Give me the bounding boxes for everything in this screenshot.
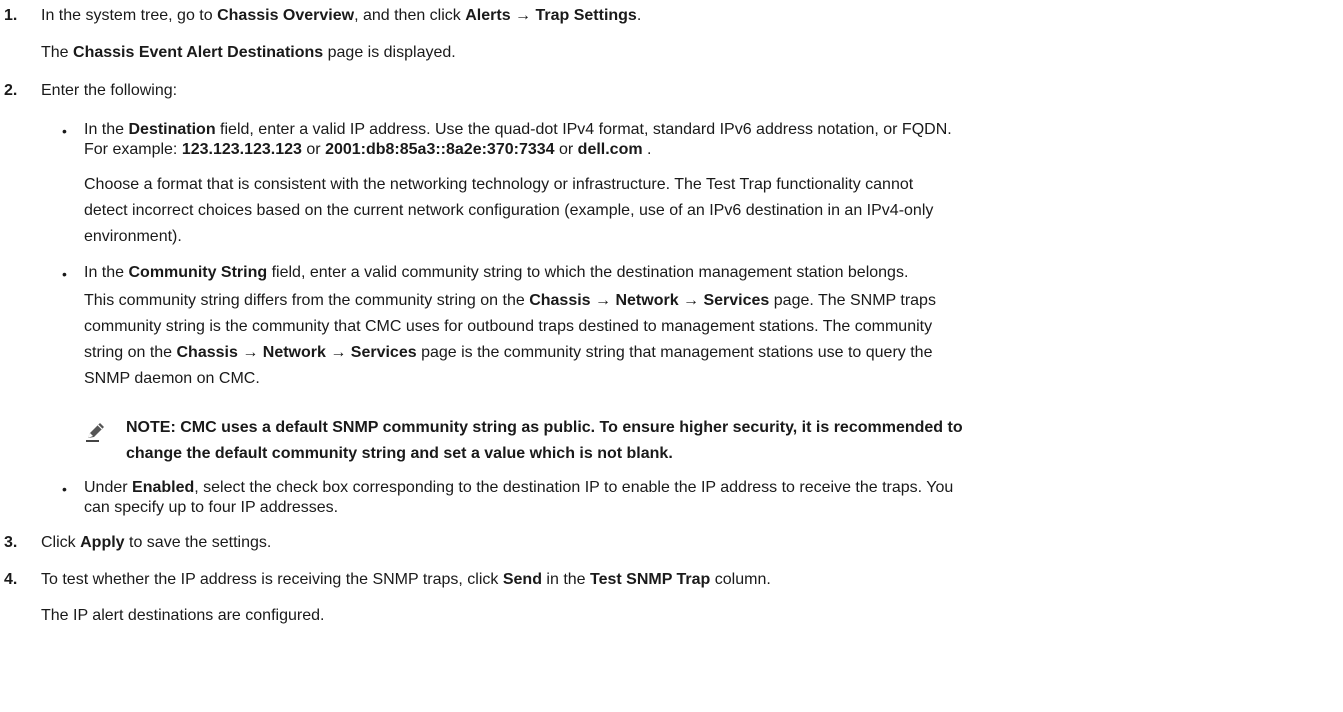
destination-para-line: detect incorrect choices based on the cu…: [84, 202, 934, 219]
enabled-line-1: Under Enabled, select the check box corr…: [84, 479, 954, 496]
example-ipv4: 123.123.123.123: [181, 141, 302, 158]
bold-term: Chassis Event Alert Destinations: [73, 44, 324, 61]
step-number: 3.: [4, 534, 18, 551]
step-4-result: The IP alert destinations are configured…: [41, 607, 325, 624]
community-line-1: In the Community String field, enter a v…: [84, 264, 909, 281]
bold-term: Community String: [128, 264, 268, 281]
community-para-line: string on the Chassis → Network → Servic…: [84, 344, 933, 361]
destination-example: For example: 123.123.123.123 or 2001:db8…: [84, 141, 652, 158]
step-number: 1.: [4, 7, 18, 24]
step-1-text: In the system tree, go to Chassis Overvi…: [41, 7, 642, 24]
step-number: 4.: [4, 571, 18, 588]
document-page: 1. In the system tree, go to Chassis Ove…: [0, 0, 1343, 712]
note-line: change the default community string and …: [126, 445, 673, 462]
note-line: NOTE: CMC uses a default SNMP community …: [126, 419, 963, 436]
bold-term: Send: [502, 571, 542, 588]
community-para-line: community string is the community that C…: [84, 318, 933, 335]
step-2-text: Enter the following:: [41, 82, 178, 99]
bold-term: Test SNMP Trap: [590, 571, 711, 588]
bullet-marker: •: [62, 123, 67, 139]
bold-term: Alerts → Trap Settings: [465, 7, 637, 24]
bold-term: Enabled: [132, 479, 195, 496]
step-number: 2.: [4, 82, 18, 99]
community-para-line: SNMP daemon on CMC.: [84, 370, 260, 387]
example-ipv6: 2001:db8:85a3::8a2e:370:7334: [325, 141, 555, 158]
example-fqdn: dell.com: [577, 141, 643, 158]
step-3-text: Click Apply to save the settings.: [41, 534, 272, 551]
destination-line-1: In the Destination field, enter a valid …: [84, 121, 952, 138]
community-para-line: This community string differs from the c…: [84, 292, 936, 309]
enabled-line-2: can specify up to four IP addresses.: [84, 499, 339, 516]
bullet-marker: •: [62, 481, 67, 497]
bold-term: Apply: [80, 534, 125, 551]
step-1-result: The Chassis Event Alert Destinations pag…: [41, 44, 456, 61]
step-4-text: To test whether the IP address is receiv…: [41, 571, 771, 588]
bold-term: Chassis Overview: [217, 7, 355, 24]
bold-term: Destination: [128, 121, 216, 138]
pencil-note-icon: [86, 423, 104, 442]
destination-para-line: environment).: [84, 228, 182, 245]
bullet-marker: •: [62, 266, 67, 282]
destination-para-line: Choose a format that is consistent with …: [84, 176, 914, 193]
